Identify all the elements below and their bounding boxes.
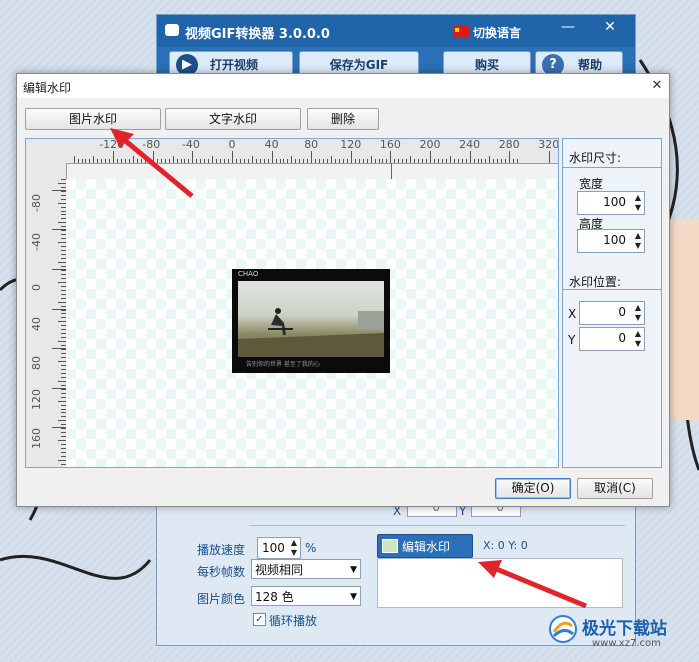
annotation-arrows: [110, 128, 587, 609]
arrow-to-image-tab: [120, 136, 194, 198]
brand-logo-icon: [549, 615, 577, 643]
brand-url: www.xz7.com: [592, 638, 661, 649]
arrow-to-edit-watermark: [493, 565, 587, 609]
site-logo: 极光下载站 www.xz7.com: [548, 610, 696, 658]
brand-name: 极光下载站: [582, 619, 667, 639]
